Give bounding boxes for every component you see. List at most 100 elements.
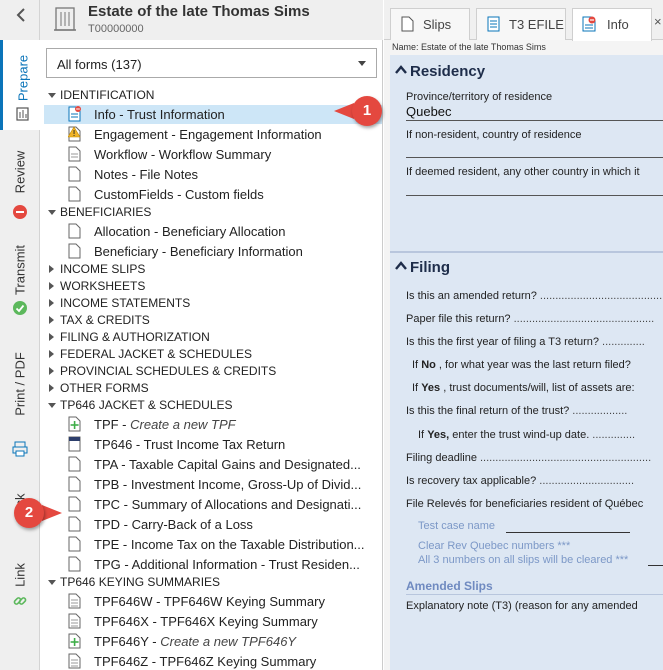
- windup-date-question[interactable]: If Yes, enter the trust wind-up date. ..…: [418, 429, 635, 441]
- tree-item-customfields[interactable]: CustomFields - Custom fields: [40, 185, 382, 204]
- prepare-icon: [16, 107, 29, 121]
- tab-info[interactable]: Info: [572, 8, 652, 41]
- tree-group-label: INCOME SLIPS: [60, 262, 146, 276]
- tree-item-tpf646w[interactable]: TPF646W - TPF646W Keying Summary: [40, 592, 382, 611]
- tree-group-label: FILING & AUTHORIZATION: [60, 330, 210, 344]
- expand-right-icon: [49, 265, 54, 273]
- callout-pointer: [42, 505, 62, 521]
- collapse-panel-button[interactable]: [12, 8, 30, 28]
- first-year-question[interactable]: Is this the first year of filing a T3 re…: [406, 336, 645, 348]
- tree-item-tpf646y[interactable]: TPF646Y - Create a new TPF646Y: [40, 632, 382, 651]
- client-id: T00000000: [88, 23, 144, 35]
- document-icon: [68, 653, 81, 669]
- tree-item-tpd[interactable]: TPD - Carry-Back of a Loss: [40, 515, 382, 534]
- tab-link[interactable]: Link: [0, 555, 40, 655]
- tree-item-label: TPE - Income Tax on the Taxable Distribu…: [94, 537, 365, 552]
- tree-group-identification[interactable]: IDENTIFICATION: [40, 86, 382, 105]
- tree-item-tpb[interactable]: TPB - Investment Income, Gross-Up of Div…: [40, 475, 382, 494]
- section-divider: [390, 251, 663, 253]
- tab-review[interactable]: Review: [0, 138, 40, 228]
- document-warning-icon: [68, 126, 81, 142]
- error-circle-icon: [13, 205, 27, 219]
- expand-right-icon: [49, 384, 54, 392]
- tree-item-label: TPF646X - TPF646X Keying Summary: [94, 614, 318, 629]
- tree-item-label: TPD - Carry-Back of a Loss: [94, 517, 253, 532]
- tab-transmit[interactable]: Transmit: [0, 232, 40, 327]
- tree-group-label: PROVINCIAL SCHEDULES & CREDITS: [60, 364, 277, 378]
- tree-item-tpf646x[interactable]: TPF646X - TPF646X Keying Summary: [40, 612, 382, 631]
- tree-item-info[interactable]: Info - Trust Information: [44, 105, 382, 124]
- tree-item-tpc[interactable]: TPC - Summary of Allocations and Designa…: [40, 495, 382, 514]
- tree-item-tpf646z[interactable]: TPF646Z - TPF646Z Keying Summary: [40, 652, 382, 670]
- document-tab-bar: Slips T3 EFILE Info ×: [384, 0, 663, 41]
- tree-item-workflow[interactable]: Workflow - Workflow Summary: [40, 145, 382, 164]
- printer-icon: [12, 441, 28, 457]
- close-tab-icon[interactable]: ×: [654, 14, 662, 29]
- document-icon: [68, 146, 81, 162]
- tree-item-label: Info - Trust Information: [94, 107, 225, 122]
- tab-print-pdf[interactable]: Print / PDF: [0, 336, 40, 466]
- expand-right-icon: [49, 299, 54, 307]
- amended-return-question[interactable]: Is this an amended return? .............…: [406, 290, 663, 302]
- residency-section-header[interactable]: Residency: [394, 63, 485, 80]
- tab-slips-label: Slips: [423, 17, 452, 32]
- releves-question[interactable]: File Relevés for beneficiaries resident …: [406, 498, 643, 510]
- tree-item-beneficiary[interactable]: Beneficiary - Beneficiary Information: [40, 242, 382, 261]
- tree-group-tp646-keying[interactable]: TP646 KEYING SUMMARIES: [40, 573, 382, 592]
- tree-group-tp646-jacket[interactable]: TP646 JACKET & SCHEDULES: [40, 396, 382, 415]
- document-icon: [68, 223, 81, 239]
- tree-item-notes[interactable]: Notes - File Notes: [40, 165, 382, 184]
- deemed-resident-field[interactable]: [406, 195, 663, 196]
- tree-item-engagement[interactable]: Engagement - Engagement Information: [40, 125, 382, 144]
- tree-item-label: Workflow - Workflow Summary: [94, 147, 272, 162]
- tree-group-label: OTHER FORMS: [60, 381, 149, 395]
- chevron-left-icon: [16, 8, 25, 22]
- tree-item-tpa[interactable]: TPA - Taxable Capital Gains and Designat…: [40, 455, 382, 474]
- tree-group-label: INCOME STATEMENTS: [60, 296, 191, 310]
- clear-rq-numbers-link[interactable]: Clear Rev Quebec numbers ***: [418, 540, 570, 552]
- check-circle-icon: [13, 301, 27, 315]
- tree-item-label: Allocation - Beneficiary Allocation: [94, 224, 286, 239]
- filing-deadline-question[interactable]: Filing deadline ........................…: [406, 452, 651, 464]
- clear-rq-checkbox[interactable]: [648, 565, 663, 566]
- chevron-up-icon: [395, 65, 407, 74]
- trust-documents-question[interactable]: If Yes , trust documents/will, list of a…: [412, 382, 635, 394]
- final-return-question[interactable]: Is this the final return of the trust? .…: [406, 405, 627, 417]
- document-icon: [68, 456, 81, 472]
- last-return-year-question[interactable]: If No , for what year was the last retur…: [412, 359, 631, 371]
- tree-item-tpe[interactable]: TPE - Income Tax on the Taxable Distribu…: [40, 535, 382, 554]
- tree-item-tp646[interactable]: TP646 - Trust Income Tax Return: [40, 435, 382, 454]
- recovery-tax-question[interactable]: Is recovery tax applicable? ............…: [406, 475, 634, 487]
- tree-group-beneficiaries[interactable]: BENEFICIARIES: [40, 203, 382, 222]
- nonresident-country-field[interactable]: [406, 157, 663, 158]
- link-icon: [13, 597, 27, 605]
- tab-prepare[interactable]: Prepare: [0, 40, 40, 130]
- tree-item-label: Beneficiary - Beneficiary Information: [94, 244, 303, 259]
- client-header: Estate of the late Thomas Sims T00000000: [40, 0, 383, 40]
- expand-right-icon: [49, 367, 54, 375]
- paper-file-question[interactable]: Paper file this return? ................…: [406, 313, 654, 325]
- tree-item-label: CustomFields - Custom fields: [94, 187, 264, 202]
- tab-link-label: Link: [12, 563, 28, 587]
- tab-t3efile[interactable]: T3 EFILE: [476, 8, 566, 40]
- dropdown-arrow-icon: [358, 61, 366, 66]
- tree-item-allocation[interactable]: Allocation - Beneficiary Allocation: [40, 222, 382, 241]
- tree-item-tpf[interactable]: TPF - Create a new TPF: [40, 415, 382, 434]
- form-name-line: Name: Estate of the late Thomas Sims: [392, 42, 546, 52]
- expand-down-icon: [48, 403, 56, 408]
- tab-slips[interactable]: Slips: [390, 8, 470, 40]
- expand-down-icon: [48, 210, 56, 215]
- province-field[interactable]: Quebec: [406, 104, 452, 119]
- test-case-name-field[interactable]: [506, 532, 630, 533]
- forms-filter-dropdown[interactable]: All forms (137): [46, 48, 377, 78]
- info-form: Residency Province/territory of residenc…: [390, 55, 663, 670]
- residency-title: Residency: [410, 63, 486, 80]
- tree-group-label: TP646 KEYING SUMMARIES: [60, 575, 221, 589]
- test-case-name-label: Test case name: [418, 520, 496, 532]
- tree-item-tpg[interactable]: TPG - Additional Information - Trust Res…: [40, 555, 382, 574]
- forms-panel: All forms (137) IDENTIFICATION Info - Tr…: [40, 40, 383, 670]
- filing-section-header[interactable]: Filing: [394, 259, 450, 276]
- tree-group-label: FEDERAL JACKET & SCHEDULES: [60, 347, 253, 361]
- document-add-icon: [68, 633, 81, 649]
- vertical-tab-strip: Prepare Review Transmit Print / PDF ck L…: [0, 0, 40, 670]
